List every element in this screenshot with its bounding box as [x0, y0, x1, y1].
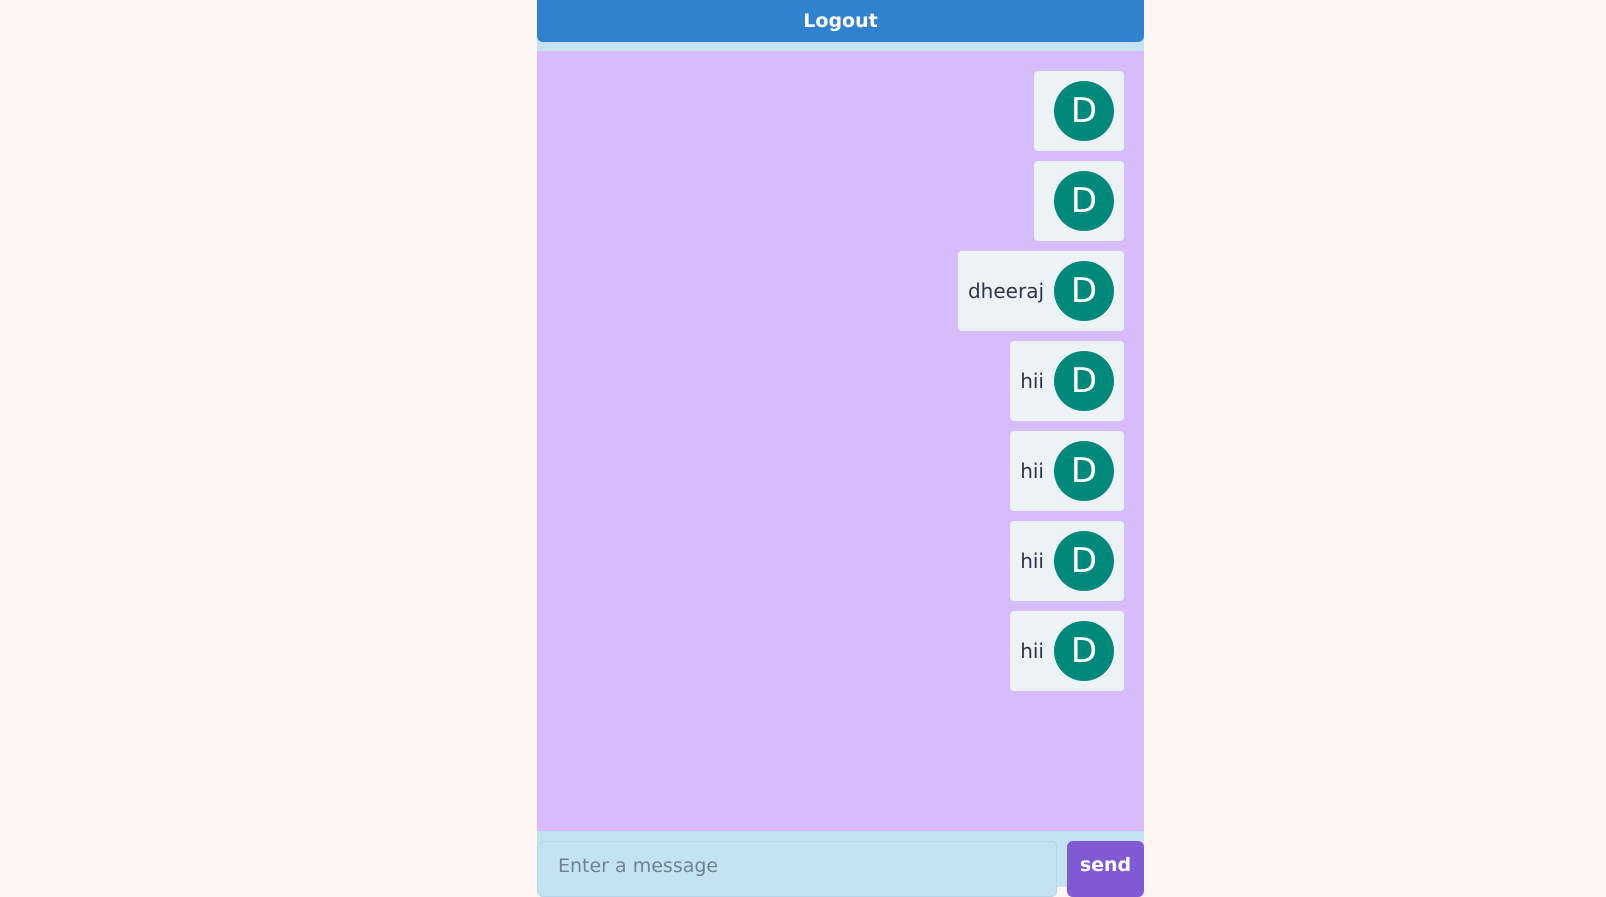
user-avatar: D — [1054, 351, 1114, 411]
message-item: D — [1034, 161, 1124, 241]
user-avatar: D — [1054, 621, 1114, 681]
user-avatar: D — [1054, 81, 1114, 141]
message-item: hii D — [1010, 431, 1124, 511]
message-item: dheeraj D — [957, 251, 1124, 331]
message-text: hii — [1020, 549, 1044, 573]
user-avatar: D — [1054, 261, 1114, 321]
user-avatar: D — [1054, 171, 1114, 231]
chat-app: Logout D D dheeraj D hii D hii D hii D h… — [537, 0, 1144, 897]
user-avatar: D — [1054, 441, 1114, 501]
message-text: hii — [1020, 369, 1044, 393]
message-text: dheeraj — [967, 279, 1044, 303]
message-item: hii D — [1010, 341, 1124, 421]
message-composer: send — [537, 841, 1144, 897]
send-button[interactable]: send — [1067, 841, 1144, 897]
message-item: hii D — [1010, 521, 1124, 601]
message-item: hii D — [1010, 611, 1124, 691]
logout-button[interactable]: Logout — [537, 0, 1144, 42]
message-list: D D dheeraj D hii D hii D hii D hii D — [957, 71, 1124, 701]
message-text: hii — [1020, 639, 1044, 663]
message-input[interactable] — [537, 841, 1057, 897]
user-avatar: D — [1054, 531, 1114, 591]
message-item: D — [1034, 71, 1124, 151]
message-text: hii — [1020, 459, 1044, 483]
chat-messages-area[interactable]: D D dheeraj D hii D hii D hii D hii D — [537, 51, 1144, 831]
